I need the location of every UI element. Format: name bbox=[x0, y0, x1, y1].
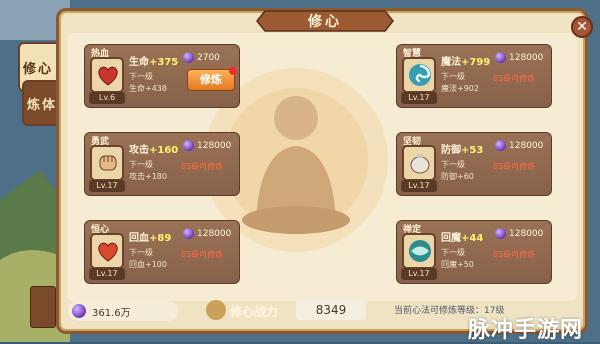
heart-icon bbox=[98, 242, 118, 262]
level-badge: Lv.17 bbox=[401, 180, 437, 192]
stat-line: 回血+89 bbox=[129, 229, 171, 244]
currency-value: 361.6万 bbox=[92, 307, 131, 319]
attribute-icon-box[interactable] bbox=[402, 233, 436, 269]
currency-display: 361.6万 bbox=[68, 301, 178, 321]
stat-label: 防御 bbox=[441, 145, 461, 156]
level-badge: Lv.17 bbox=[401, 92, 437, 104]
close-button[interactable]: ✕ bbox=[571, 16, 593, 38]
cultivation-card-rexue: 热血 Lv.6 生命+375 下一级 生命+438 2700 修炼 bbox=[84, 44, 240, 108]
stat-label: 魔法 bbox=[441, 57, 461, 68]
stat-line: 生命+375 bbox=[129, 53, 178, 68]
power-icon bbox=[206, 300, 226, 320]
attribute-icon-box[interactable] bbox=[90, 57, 124, 93]
next-level-label: 下一级 bbox=[441, 160, 465, 169]
tab-label: 修心 bbox=[22, 61, 53, 77]
attribute-icon-box[interactable] bbox=[402, 57, 436, 93]
cost-value: 128000 bbox=[197, 140, 232, 151]
cultivation-card-zhihui: 智慧 Lv.17 魔法+799 下一级 魔法+902 128000 85级可修炼 bbox=[396, 44, 552, 108]
swirl-icon bbox=[409, 64, 431, 86]
power-label: 修心战力 bbox=[230, 305, 279, 319]
cost-value: 128000 bbox=[509, 140, 544, 151]
title-bar: 修心 bbox=[255, 9, 395, 33]
spirit-orb-icon bbox=[495, 228, 506, 239]
requirement-status: 85级可修炼 bbox=[493, 250, 536, 259]
stat-line: 回魔+44 bbox=[441, 229, 483, 244]
spirit-orb-icon bbox=[183, 140, 194, 151]
cultivation-card-jianren: 坚韧 Lv.17 防御+53 下一级 防御+60 128000 85级可修炼 bbox=[396, 132, 552, 196]
cost-value: 128000 bbox=[197, 228, 232, 239]
close-icon: ✕ bbox=[576, 19, 588, 35]
next-level-label: 下一级 bbox=[441, 248, 465, 257]
cultivation-card-yongwu: 勇武 Lv.17 攻击+160 下一级 攻击+180 128000 85级可修炼 bbox=[84, 132, 240, 196]
spirit-orb-icon bbox=[495, 140, 506, 151]
stat-line: 攻击+160 bbox=[129, 141, 178, 156]
next-level-label: 下一级 bbox=[129, 248, 153, 257]
stat-value: +375 bbox=[149, 57, 179, 68]
stat-value: +89 bbox=[149, 233, 172, 244]
requirement-status: 85级可修炼 bbox=[181, 162, 224, 171]
power-value: 8349 bbox=[296, 300, 366, 320]
level-badge: Lv.6 bbox=[89, 92, 125, 104]
next-level-value: 防御+60 bbox=[441, 172, 474, 181]
next-level-value: 攻击+180 bbox=[129, 172, 167, 181]
stat-value: +160 bbox=[149, 145, 179, 156]
cost: 128000 bbox=[183, 228, 231, 239]
requirement-status: 85级可修炼 bbox=[493, 162, 536, 171]
stat-value: +53 bbox=[461, 145, 484, 156]
swirl-icon bbox=[409, 240, 431, 262]
attribute-icon-box[interactable] bbox=[90, 145, 124, 181]
level-badge: Lv.17 bbox=[89, 268, 125, 280]
stat-label: 生命 bbox=[129, 57, 149, 68]
requirement-status: 85级可修炼 bbox=[181, 250, 224, 259]
cultivation-card-chanding: 禅定 Lv.17 回魔+44 下一级 回魔+50 128000 85级可修炼 bbox=[396, 220, 552, 284]
spirit-orb-icon bbox=[495, 52, 506, 63]
next-level-value: 生命+438 bbox=[129, 84, 167, 93]
stat-value: +799 bbox=[461, 57, 491, 68]
stat-label: 攻击 bbox=[129, 145, 149, 156]
spirit-orb-icon bbox=[72, 304, 86, 318]
watermark: 脉冲手游网 bbox=[468, 318, 584, 343]
requirement-status: 85级可修炼 bbox=[493, 74, 536, 83]
stat-line: 魔法+799 bbox=[441, 53, 490, 68]
stat-label: 回血 bbox=[129, 233, 149, 244]
tab-label: 炼体 bbox=[26, 97, 57, 113]
notification-dot bbox=[229, 67, 237, 75]
page-title: 修心 bbox=[308, 14, 342, 30]
cost: 128000 bbox=[495, 228, 543, 239]
next-level-label: 下一级 bbox=[129, 160, 153, 169]
cost-value: 128000 bbox=[509, 52, 544, 63]
next-level-value: 回魔+50 bbox=[441, 260, 474, 269]
spirit-orb-icon bbox=[183, 228, 194, 239]
stat-value: +44 bbox=[461, 233, 484, 244]
cost-value: 2700 bbox=[197, 52, 220, 63]
kettle-icon bbox=[410, 154, 430, 174]
attribute-icon-box[interactable] bbox=[402, 145, 436, 181]
attribute-icon-box[interactable] bbox=[90, 233, 124, 269]
next-level-value: 回血+100 bbox=[129, 260, 167, 269]
stat-label: 回魔 bbox=[441, 233, 461, 244]
next-level-label: 下一级 bbox=[441, 72, 465, 81]
stat-line: 防御+53 bbox=[441, 141, 483, 156]
cost-value: 128000 bbox=[509, 228, 544, 239]
spirit-orb-icon bbox=[183, 52, 194, 63]
side-decoration bbox=[30, 286, 56, 328]
fist-icon bbox=[99, 155, 117, 171]
train-button[interactable]: 修炼 bbox=[187, 67, 237, 91]
next-level-label: 下一级 bbox=[129, 72, 153, 81]
level-badge: Lv.17 bbox=[89, 180, 125, 192]
cost: 128000 bbox=[495, 140, 543, 151]
heart-icon bbox=[98, 66, 118, 86]
level-badge: Lv.17 bbox=[401, 268, 437, 280]
cost: 128000 bbox=[183, 140, 231, 151]
train-label: 修炼 bbox=[200, 73, 222, 86]
next-level-value: 魔法+902 bbox=[441, 84, 479, 93]
cultivation-card-hengxin: 恒心 Lv.17 回血+89 下一级 回血+100 128000 85级可修炼 bbox=[84, 220, 240, 284]
cost: 2700 bbox=[183, 52, 220, 63]
cost: 128000 bbox=[495, 52, 543, 63]
